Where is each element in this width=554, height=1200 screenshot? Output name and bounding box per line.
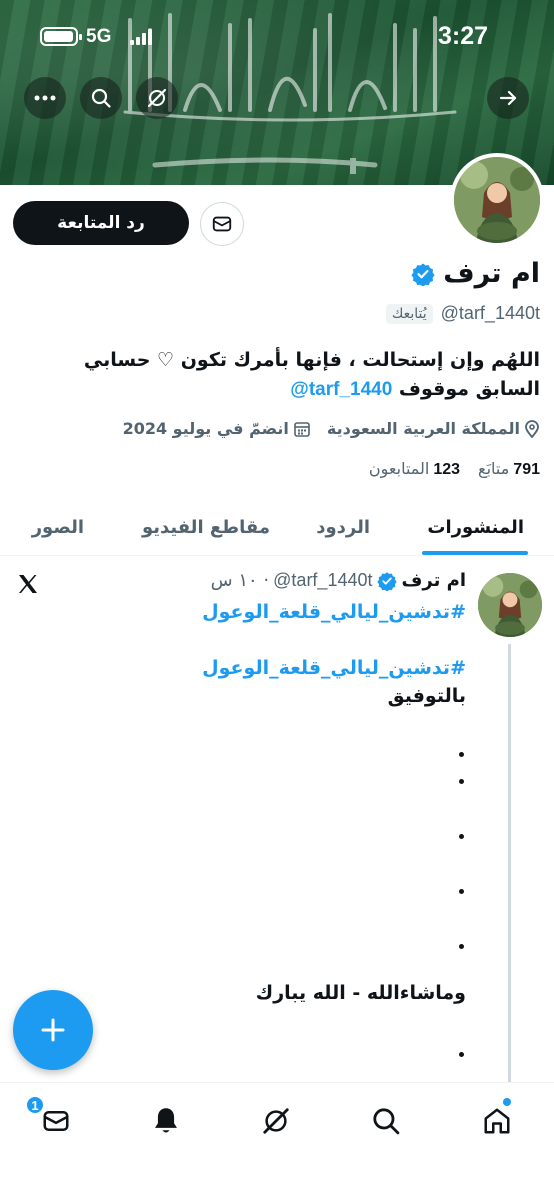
location-text: المملكة العربية السعودية <box>326 419 520 438</box>
profile-handle: @tarf_1440t <box>440 303 540 323</box>
bio-mention-link[interactable]: @tarf_1440 <box>290 379 392 400</box>
post-dot <box>459 834 464 839</box>
back-button[interactable] <box>487 77 529 119</box>
avatar-photo <box>454 157 540 243</box>
home-icon <box>484 1108 510 1134</box>
plus-icon <box>41 1018 65 1042</box>
network-type: 5G <box>86 26 112 47</box>
bell-icon <box>155 1108 177 1133</box>
envelope-icon <box>212 216 232 232</box>
envelope-icon <box>43 1111 69 1131</box>
message-button[interactable] <box>200 202 244 246</box>
arrow-right-icon <box>499 90 517 106</box>
hashtag-link[interactable]: #تدشين_ليالي_قلعة_الوعول <box>66 598 466 626</box>
post-author-avatar[interactable] <box>478 573 542 637</box>
grok-icon <box>263 1108 289 1134</box>
profile-name-row: ام ترف <box>411 258 540 289</box>
profile-avatar[interactable] <box>450 153 544 247</box>
profile-tabs: المنشورات الردود مقاطع الفيديو الصور <box>0 498 554 556</box>
flag-sword-image <box>152 157 378 174</box>
post-dot <box>459 752 464 757</box>
search-icon <box>373 1108 400 1135</box>
x-logo-icon[interactable] <box>16 572 40 596</box>
messages-badge: 1 <box>25 1095 45 1115</box>
nav-home[interactable] <box>477 1098 517 1141</box>
active-tab-indicator <box>422 551 528 555</box>
post-header: ام ترف @tarf_1440t · ١٠ س <box>211 570 466 591</box>
followers-count: 123 <box>433 461 461 478</box>
search-icon <box>91 88 111 108</box>
follow-counts: 791متابَع 123المتابعون <box>369 459 540 479</box>
post-line: بالتوفيق <box>387 685 466 707</box>
compose-post-button[interactable] <box>13 990 93 1070</box>
profile-location: المملكة العربية السعودية <box>327 419 540 438</box>
battery-icon <box>40 27 82 46</box>
post-author-name[interactable]: ام ترف <box>402 570 467 591</box>
following-label: متابَع <box>478 459 510 478</box>
post-dot <box>459 889 464 894</box>
profile-joined: انضمّ في يوليو 2024 <box>123 419 311 438</box>
post-dot <box>459 779 464 784</box>
following-count-link[interactable]: 791متابَع <box>478 459 540 479</box>
follow-back-button[interactable]: رد المتابعة <box>13 201 189 245</box>
nav-search[interactable] <box>366 1101 406 1141</box>
joined-text: انضمّ في يوليو 2024 <box>122 419 289 438</box>
nav-messages[interactable]: 1 <box>25 1095 76 1141</box>
profile-bio: اللهُم وإن إستحالت ، فإنها بأمرك تكون ♡ … <box>14 346 540 404</box>
profile-handle-row: @tarf_1440t يُتابعك <box>385 303 540 324</box>
bottom-navigation: 1 <box>0 1082 554 1200</box>
home-new-indicator <box>503 1098 511 1106</box>
more-options-button[interactable] <box>24 77 66 119</box>
clock: 3:27 <box>438 22 489 50</box>
location-pin-icon <box>525 419 539 438</box>
nav-grok[interactable] <box>256 1101 296 1141</box>
tab-photos[interactable]: الصور <box>32 498 84 556</box>
hashtag-link[interactable]: #تدشين_ليالي_قلعة_الوعول <box>66 654 466 682</box>
follows-you-badge: يُتابعك <box>385 303 433 324</box>
search-profile-button[interactable] <box>80 77 122 119</box>
verified-badge-icon <box>376 571 397 591</box>
post-dot <box>459 944 464 949</box>
following-count: 791 <box>513 461 540 478</box>
post-text: #تدشين_ليالي_قلعة_الوعول #تدشين_ليالي_قل… <box>66 598 466 710</box>
nav-notifications[interactable] <box>146 1101 186 1141</box>
signal-icon <box>130 29 152 45</box>
post-dot <box>459 1052 464 1057</box>
thread-line <box>508 644 511 1084</box>
status-bar: 5G 3:27 <box>0 0 554 74</box>
followers-count-link[interactable]: 123المتابعون <box>369 459 460 479</box>
calendar-icon <box>294 421 310 437</box>
grok-button[interactable] <box>136 77 178 119</box>
profile-meta: المملكة العربية السعودية انضمّ في يوليو … <box>123 419 540 438</box>
followers-label: المتابعون <box>368 459 430 478</box>
avatar-photo <box>478 573 542 637</box>
post-time: · ١٠ س <box>210 570 270 591</box>
post-line: وماشاءالله - الله يبارك <box>255 982 466 1004</box>
tab-videos[interactable]: مقاطع الفيديو <box>142 498 270 556</box>
tab-posts[interactable]: المنشورات <box>427 498 524 556</box>
post-author-handle: @tarf_1440t <box>273 570 373 590</box>
tab-replies[interactable]: الردود <box>316 498 370 556</box>
verified-badge-icon[interactable] <box>411 262 435 286</box>
profile-name: ام ترف <box>443 258 540 289</box>
grok-icon <box>147 88 167 108</box>
more-dots-icon <box>34 95 56 101</box>
